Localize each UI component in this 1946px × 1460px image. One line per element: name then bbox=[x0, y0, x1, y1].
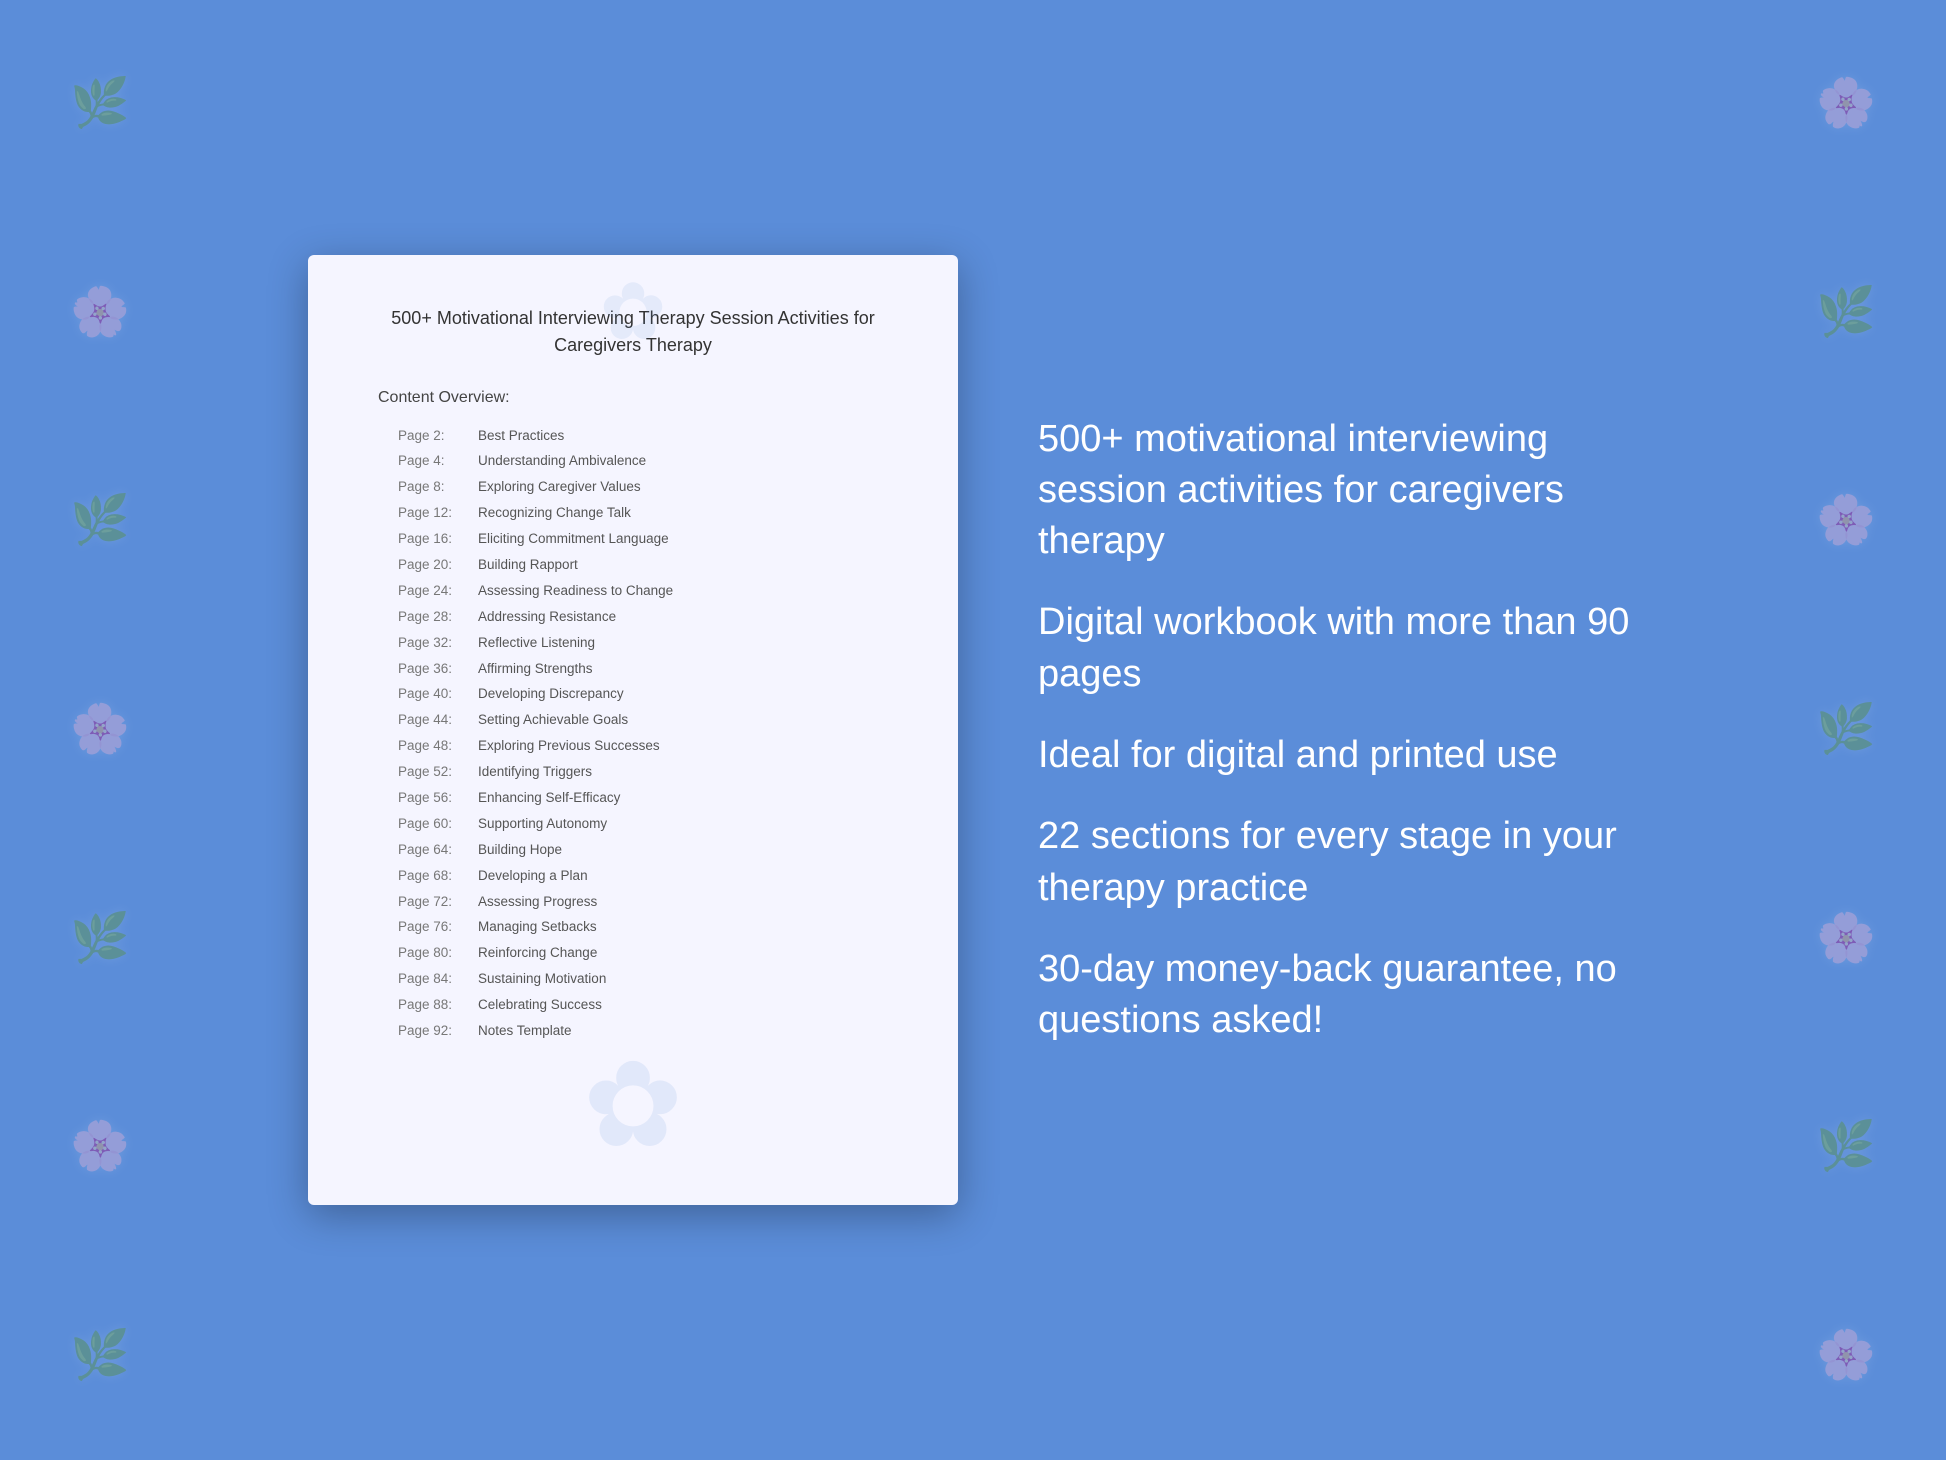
table-of-contents-item: Page 76:Managing Setbacks bbox=[398, 915, 898, 941]
page-number: Page 32: bbox=[398, 634, 478, 653]
table-of-contents-item: Page 20:Building Rapport bbox=[398, 552, 898, 578]
table-of-contents-item: Page 88:Celebrating Success bbox=[398, 993, 898, 1019]
feature-item: 30-day money-back guarantee, no question… bbox=[1038, 944, 1638, 1047]
feature-item: 22 sections for every stage in your ther… bbox=[1038, 811, 1638, 914]
page-number: Page 48: bbox=[398, 737, 478, 756]
watermark-bottom: ✿ bbox=[583, 1036, 684, 1175]
page-number: Page 68: bbox=[398, 867, 478, 886]
page-number: Page 20: bbox=[398, 556, 478, 575]
page-number: Page 76: bbox=[398, 918, 478, 937]
flower-icon: 🌿 bbox=[70, 915, 130, 963]
page-number: Page 4: bbox=[398, 452, 478, 471]
table-of-contents-item: Page 52:Identifying Triggers bbox=[398, 760, 898, 786]
table-of-contents-item: Page 56:Enhancing Self-Efficacy bbox=[398, 785, 898, 811]
table-of-contents-item: Page 24:Assessing Readiness to Change bbox=[398, 578, 898, 604]
flower-icon: 🌿 bbox=[1816, 289, 1876, 337]
table-of-contents-item: Page 64:Building Hope bbox=[398, 837, 898, 863]
topic-label: Assessing Readiness to Change bbox=[478, 583, 673, 598]
topic-label: Addressing Resistance bbox=[478, 609, 616, 624]
feature-item: Digital workbook with more than 90 pages bbox=[1038, 597, 1638, 700]
page-number: Page 52: bbox=[398, 763, 478, 782]
table-of-contents-item: Page 2:Best Practices bbox=[398, 423, 898, 449]
table-of-contents-item: Page 36:Affirming Strengths bbox=[398, 656, 898, 682]
page-number: Page 28: bbox=[398, 608, 478, 627]
topic-label: Notes Template bbox=[478, 1023, 572, 1038]
page-number: Page 72: bbox=[398, 893, 478, 912]
topic-label: Exploring Caregiver Values bbox=[478, 479, 641, 494]
page-number: Page 80: bbox=[398, 944, 478, 963]
flower-icon: 🌿 bbox=[1816, 706, 1876, 754]
table-of-contents-item: Page 8:Exploring Caregiver Values bbox=[398, 475, 898, 501]
page-number: Page 56: bbox=[398, 789, 478, 808]
topic-label: Reinforcing Change bbox=[478, 945, 597, 960]
flower-icon: 🌸 bbox=[1816, 1332, 1876, 1380]
flower-icon: 🌸 bbox=[70, 1123, 130, 1171]
topic-label: Reflective Listening bbox=[478, 635, 595, 650]
topic-label: Enhancing Self-Efficacy bbox=[478, 790, 620, 805]
table-of-contents-item: Page 68:Developing a Plan bbox=[398, 863, 898, 889]
topic-label: Exploring Previous Successes bbox=[478, 738, 660, 753]
topic-label: Recognizing Change Talk bbox=[478, 505, 631, 520]
topic-label: Developing Discrepancy bbox=[478, 686, 624, 701]
table-of-contents-item: Page 92:Notes Template bbox=[398, 1018, 898, 1044]
page-number: Page 16: bbox=[398, 530, 478, 549]
feature-item: Ideal for digital and printed use bbox=[1038, 730, 1638, 781]
topic-label: Sustaining Motivation bbox=[478, 971, 606, 986]
table-of-contents-item: Page 32:Reflective Listening bbox=[398, 630, 898, 656]
table-of-contents-item: Page 84:Sustaining Motivation bbox=[398, 967, 898, 993]
page-number: Page 12: bbox=[398, 504, 478, 523]
flower-icon: 🌸 bbox=[1816, 915, 1876, 963]
topic-label: Managing Setbacks bbox=[478, 919, 597, 934]
table-of-contents-item: Page 28:Addressing Resistance bbox=[398, 604, 898, 630]
table-of-contents: Page 2:Best PracticesPage 4:Understandin… bbox=[368, 423, 898, 1044]
table-of-contents-item: Page 4:Understanding Ambivalence bbox=[398, 449, 898, 475]
flower-icon: 🌿 bbox=[70, 497, 130, 545]
page-number: Page 88: bbox=[398, 996, 478, 1015]
topic-label: Eliciting Commitment Language bbox=[478, 531, 669, 546]
topic-label: Developing a Plan bbox=[478, 868, 588, 883]
table-of-contents-item: Page 40:Developing Discrepancy bbox=[398, 682, 898, 708]
table-of-contents-item: Page 48:Exploring Previous Successes bbox=[398, 734, 898, 760]
flower-icon: 🌿 bbox=[1816, 1123, 1876, 1171]
flower-icon: 🌸 bbox=[1816, 80, 1876, 128]
feature-item: 500+ motivational interviewing session a… bbox=[1038, 414, 1638, 568]
topic-label: Understanding Ambivalence bbox=[478, 453, 646, 468]
table-of-contents-item: Page 60:Supporting Autonomy bbox=[398, 811, 898, 837]
page-number: Page 44: bbox=[398, 711, 478, 730]
topic-label: Celebrating Success bbox=[478, 997, 602, 1012]
flower-icon: 🌸 bbox=[1816, 497, 1876, 545]
table-of-contents-item: Page 16:Eliciting Commitment Language bbox=[398, 527, 898, 553]
flower-icon: 🌸 bbox=[70, 706, 130, 754]
table-of-contents-item: Page 72:Assessing Progress bbox=[398, 889, 898, 915]
flower-icon: 🌿 bbox=[70, 80, 130, 128]
topic-label: Setting Achievable Goals bbox=[478, 712, 628, 727]
flower-icon: 🌿 bbox=[70, 1332, 130, 1380]
page-number: Page 36: bbox=[398, 660, 478, 679]
page-number: Page 24: bbox=[398, 582, 478, 601]
topic-label: Best Practices bbox=[478, 428, 564, 443]
topic-label: Building Rapport bbox=[478, 557, 578, 572]
page-number: Page 40: bbox=[398, 685, 478, 704]
page-number: Page 92: bbox=[398, 1022, 478, 1041]
right-panel: 500+ motivational interviewing session a… bbox=[1038, 414, 1638, 1047]
page-number: Page 8: bbox=[398, 478, 478, 497]
page-number: Page 64: bbox=[398, 841, 478, 860]
page-number: Page 60: bbox=[398, 815, 478, 834]
table-of-contents-item: Page 44:Setting Achievable Goals bbox=[398, 708, 898, 734]
topic-label: Assessing Progress bbox=[478, 894, 597, 909]
topic-label: Identifying Triggers bbox=[478, 764, 592, 779]
topic-label: Affirming Strengths bbox=[478, 661, 593, 676]
table-of-contents-item: Page 12:Recognizing Change Talk bbox=[398, 501, 898, 527]
topic-label: Supporting Autonomy bbox=[478, 816, 607, 831]
book-title: 500+ Motivational Interviewing Therapy S… bbox=[368, 305, 898, 359]
topic-label: Building Hope bbox=[478, 842, 562, 857]
main-content: ✿ 500+ Motivational Interviewing Therapy… bbox=[123, 255, 1823, 1205]
page-number: Page 84: bbox=[398, 970, 478, 989]
content-overview-heading: Content Overview: bbox=[368, 389, 898, 407]
flower-icon: 🌸 bbox=[70, 289, 130, 337]
page-number: Page 2: bbox=[398, 427, 478, 446]
table-of-contents-item: Page 80:Reinforcing Change bbox=[398, 941, 898, 967]
book-preview: ✿ 500+ Motivational Interviewing Therapy… bbox=[308, 255, 958, 1205]
